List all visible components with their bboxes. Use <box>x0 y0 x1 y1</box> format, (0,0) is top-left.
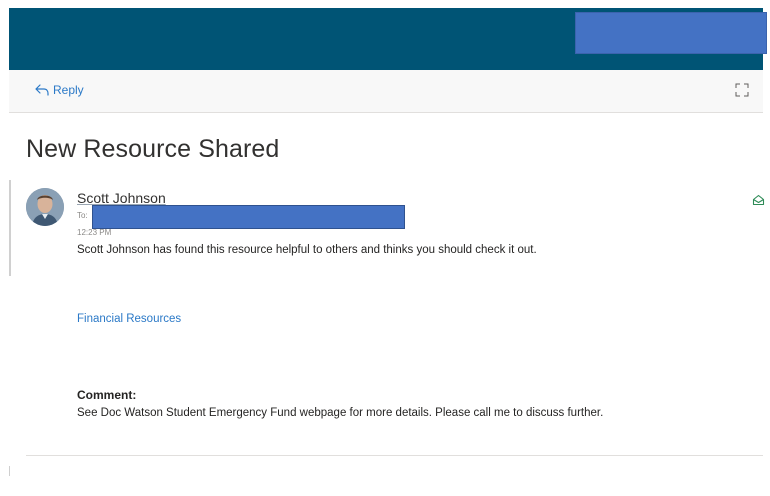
left-edge <box>0 0 9 496</box>
to-label: To: <box>77 211 88 220</box>
reply-label: Reply <box>53 83 84 97</box>
message-body: Scott Johnson has found this resource he… <box>77 244 537 256</box>
avatar[interactable] <box>26 188 64 226</box>
sender-name[interactable]: Scott Johnson <box>77 190 166 206</box>
message-time: 12:23 PM <box>77 228 112 237</box>
comment-text: See Doc Watson Student Emergency Fund we… <box>77 407 604 419</box>
message-subject: New Resource Shared <box>26 135 280 163</box>
reply-button[interactable]: Reply <box>35 83 84 97</box>
message-divider <box>26 455 763 456</box>
recipient-redaction <box>92 205 405 229</box>
reply-icon <box>35 84 49 96</box>
comment-label: Comment: <box>77 388 137 402</box>
avatar-photo <box>26 188 64 226</box>
edge-mark <box>9 466 10 476</box>
account-redaction <box>575 12 767 54</box>
expand-icon[interactable] <box>735 83 749 97</box>
right-edge <box>763 0 770 496</box>
command-bar: Reply <box>9 70 763 113</box>
read-envelope-icon[interactable] <box>752 194 765 206</box>
conversation-marker <box>9 180 11 276</box>
financial-resources-link[interactable]: Financial Resources <box>77 313 181 325</box>
